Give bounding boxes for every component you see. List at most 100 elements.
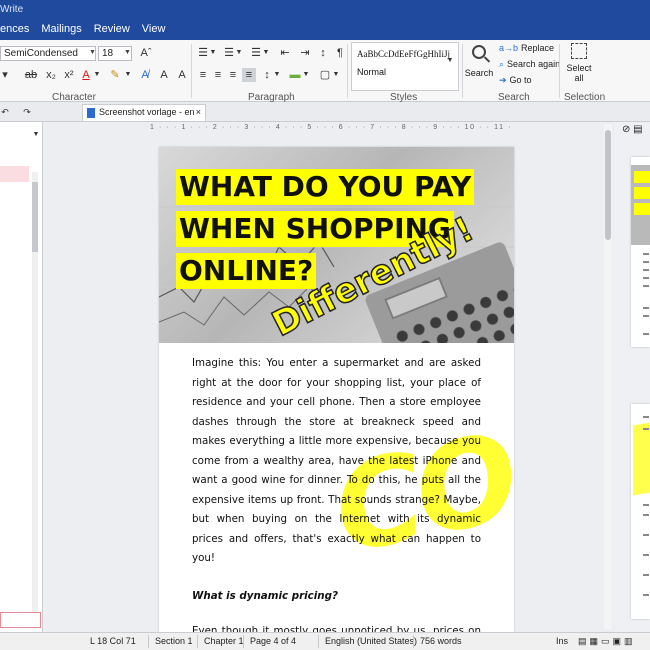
style-preview: AaBbCcDdEeFfGgHhIiJj (357, 49, 450, 59)
menu-mailings[interactable]: Mailings (35, 20, 87, 38)
select-all-label: Select all (566, 63, 592, 83)
chevron-down-icon[interactable]: ▼ (235, 46, 243, 60)
view-mode-icons[interactable]: ▤▦▭▣▥ (578, 636, 636, 647)
document-tab-title: Screenshot vorlage - en (99, 107, 195, 117)
replace-icon: a→b (499, 43, 519, 53)
menu-bar: ences Mailings Review View (0, 20, 171, 38)
line-spacing-icon[interactable]: ↕ (260, 68, 274, 82)
shading-icon[interactable]: ▬ (288, 68, 302, 82)
no-entry-icon[interactable]: ⊘ (622, 124, 630, 135)
chevron-down-icon[interactable]: ▼ (124, 68, 132, 82)
borders-icon[interactable]: ▢ (318, 68, 332, 82)
undo-icon[interactable]: ↶ (0, 105, 10, 119)
decrease-indent-icon[interactable]: ⇤ (278, 46, 292, 60)
clear-format-icon[interactable]: A̸ (138, 68, 152, 82)
page-icon[interactable]: ▤ (633, 124, 642, 135)
font-grow-icon[interactable]: Aˆ (137, 46, 155, 60)
align-center-icon[interactable]: ≡ (211, 68, 225, 82)
document-icon (87, 108, 95, 118)
subheading-dynamic-pricing: What is dynamic pricing? (192, 589, 338, 602)
document-tab-strip: ↶ ↷ Screenshot vorlage - en × (0, 102, 650, 122)
multilevel-list-icon[interactable]: ☰ (249, 46, 263, 60)
replace-button[interactable]: a→b Replace (499, 43, 554, 53)
close-icon[interactable]: × (196, 107, 201, 117)
pilcrow-icon[interactable]: ¶ (334, 46, 346, 60)
chevron-down-icon[interactable]: ▼ (273, 68, 281, 82)
superscript-icon[interactable]: x² (62, 68, 76, 82)
menu-review[interactable]: Review (88, 20, 136, 38)
chevron-down-icon[interactable]: ▼ (302, 68, 310, 82)
body-text: Imagine this: You enter a supermarket an… (192, 354, 481, 632)
headline-line-3: ONLINE? (176, 253, 317, 289)
select-all-button[interactable]: Select all (564, 43, 594, 83)
menu-references[interactable]: ences (0, 20, 35, 38)
chevron-down-icon[interactable]: ▼ (89, 49, 96, 56)
search-label: Search (464, 68, 494, 78)
subscript-icon[interactable]: x₂ (44, 68, 58, 82)
search-again-button[interactable]: ⌕ Search again (499, 59, 560, 70)
align-right-icon[interactable]: ≡ (226, 68, 240, 82)
chevron-down-icon[interactable]: ▼ (32, 128, 40, 142)
vertical-scroll-thumb[interactable] (605, 130, 611, 240)
goto-label: Go to (509, 75, 532, 85)
group-separator (347, 44, 348, 98)
paragraph-intro: Imagine this: You enter a supermarket an… (192, 357, 481, 564)
increase-indent-icon[interactable]: ⇥ (298, 46, 312, 60)
highlight-color-icon[interactable]: ✎ (108, 68, 122, 82)
goto-arrow-icon: ➔ (499, 75, 507, 85)
align-left-icon[interactable]: ≡ (196, 68, 210, 82)
status-chapter: Chapter 1 (204, 636, 244, 646)
status-bar: L 18 Col 71 Section 1 Chapter 1 Page 4 o… (0, 632, 650, 650)
chevron-down-icon[interactable]: ▼ (124, 49, 131, 56)
thumbnail-hero (631, 165, 650, 245)
status-insert-mode[interactable]: Ins (556, 636, 568, 646)
chevron-down-icon[interactable]: ▼ (332, 68, 340, 82)
document-page[interactable]: WHAT DO YOU PAY WHEN SHOPPING ONLINE? Di… (159, 147, 514, 632)
justify-icon[interactable]: ≡ (242, 68, 256, 82)
sidebar-scroll-thumb[interactable] (32, 182, 38, 252)
menu-view[interactable]: View (136, 20, 172, 38)
style-gallery[interactable]: AaBbCcDdEeFfGgHhIiJj Normal (351, 42, 459, 91)
strikethrough-icon[interactable]: ab (24, 68, 38, 82)
app-title: Write (0, 4, 24, 15)
chevron-down-icon[interactable]: ▼ (262, 46, 270, 60)
group-separator (559, 44, 560, 98)
status-page[interactable]: Page 4 of 4 (250, 636, 296, 646)
search-icon (472, 45, 486, 59)
search-again-icon: ⌕ (499, 59, 505, 69)
group-separator (462, 44, 463, 98)
chevron-down-icon[interactable]: ▼ (93, 68, 101, 82)
title-bar: Write ences Mailings Review View (0, 0, 650, 40)
thumbnail-watermark (633, 422, 650, 496)
underline-icon[interactable]: ▾ (0, 68, 10, 82)
page-thumbnail-2[interactable] (631, 404, 650, 619)
status-word-count[interactable]: 756 words (420, 636, 462, 646)
group-separator (191, 44, 192, 98)
headline-line-1: WHAT DO YOU PAY (176, 169, 475, 205)
horizontal-ruler[interactable]: 1 · · · 1 · · · 2 · · · 3 · · · 4 · · · … (150, 124, 515, 134)
document-tab[interactable]: Screenshot vorlage - en × (82, 104, 206, 121)
sidebar-combobox[interactable] (0, 612, 41, 628)
page-thumbnail-1[interactable] (631, 157, 650, 347)
font-name-combobox[interactable]: SemiCondensed (0, 46, 96, 61)
font-shrink-icon[interactable]: A (158, 68, 170, 82)
goto-button[interactable]: ➔ Go to (499, 75, 532, 86)
redo-icon[interactable]: ↷ (22, 105, 32, 119)
chevron-down-icon[interactable]: ▼ (209, 46, 217, 60)
paragraph-prices: Even though it mostly goes unnoticed by … (192, 625, 481, 632)
left-sidebar: ▼ (0, 122, 43, 632)
sort-icon[interactable]: ↕ (316, 46, 330, 60)
sidebar-selected-item[interactable] (0, 166, 29, 182)
status-section: Section 1 (155, 636, 193, 646)
replace-label: Replace (521, 43, 555, 53)
hero-image: WHAT DO YOU PAY WHEN SHOPPING ONLINE? Di… (159, 147, 514, 343)
style-name: Normal (357, 67, 387, 77)
chevron-down-icon[interactable]: ▼ (446, 54, 454, 68)
font-color-icon[interactable]: A (80, 68, 92, 82)
search-button[interactable]: Search (464, 43, 494, 78)
status-language[interactable]: English (United States) (325, 636, 417, 646)
numbered-list-icon[interactable]: ☰ (222, 46, 236, 60)
status-line-col: L 18 Col 71 (90, 636, 136, 646)
font-grow-small-icon[interactable]: A (176, 68, 188, 82)
bullet-list-icon[interactable]: ☰ (196, 46, 210, 60)
